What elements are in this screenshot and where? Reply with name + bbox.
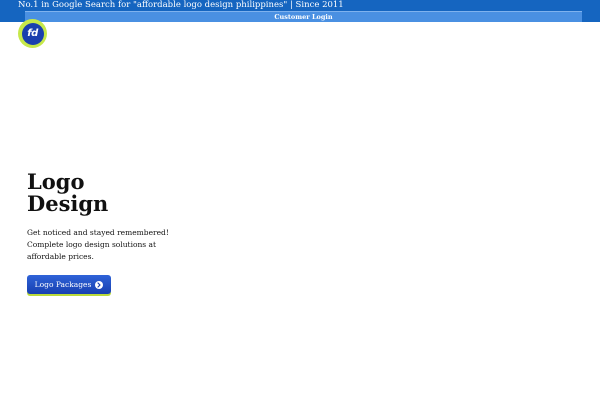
page: No.1 in Google Search for "affordable lo… [0, 0, 600, 400]
logo-mark: fd [21, 22, 44, 45]
arrow-right-circle-icon [95, 280, 104, 289]
hero-title: Logo Design [27, 171, 227, 215]
header-tagline: No.1 in Google Search for "affordable lo… [18, 0, 344, 10]
hero-description: Get noticed and stayed remembered! Compl… [27, 228, 169, 261]
logo-packages-label: Logo Packages [34, 280, 92, 289]
logo-packages-button[interactable]: Logo Packages [27, 275, 111, 294]
hero-title-line1: Logo [27, 169, 85, 194]
customer-login-button[interactable]: Customer Login [25, 11, 582, 22]
hero-title-line2: Design [27, 191, 109, 216]
brand-logo[interactable]: fd [18, 19, 47, 48]
